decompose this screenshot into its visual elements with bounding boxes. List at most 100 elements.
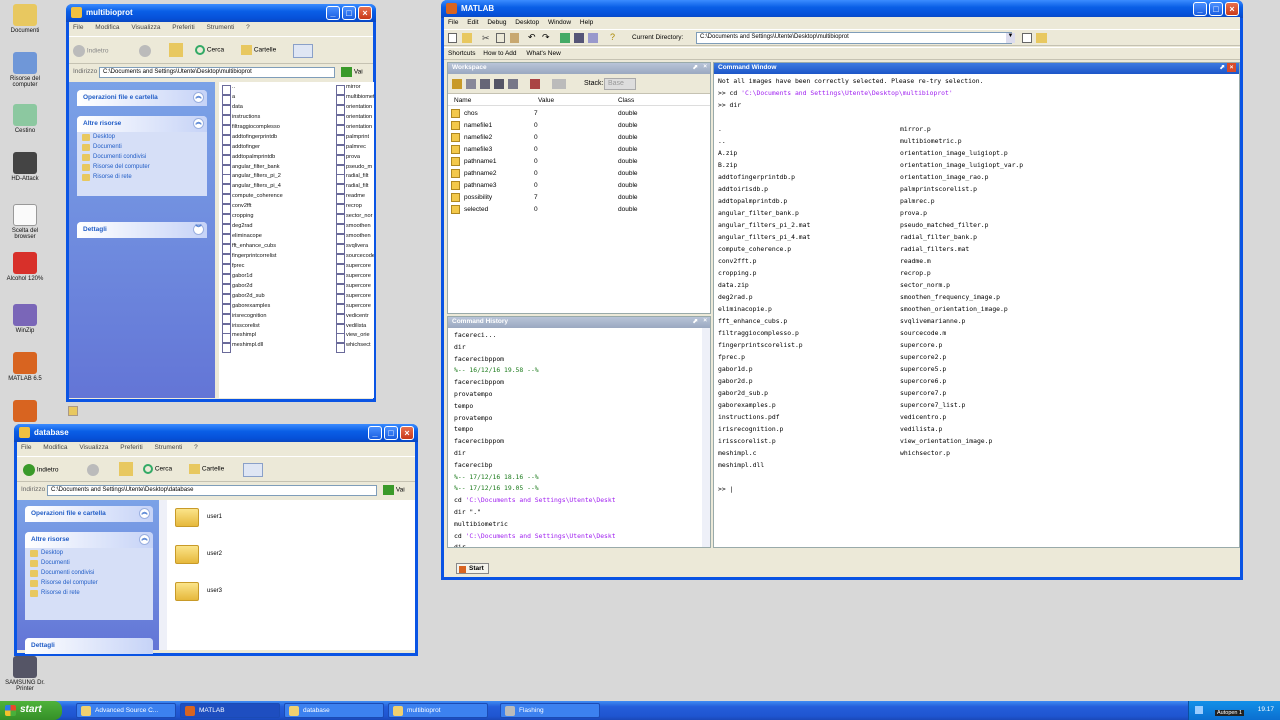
expand-chevron-icon[interactable]: ︾ — [193, 224, 204, 235]
new-variable-icon[interactable] — [452, 79, 462, 89]
command-prompt[interactable]: >> | — [718, 485, 733, 493]
guide-icon[interactable] — [574, 33, 584, 43]
history-line[interactable]: cd 'C:\Documents and Settings\Utente\Des… — [454, 532, 616, 540]
file-item[interactable]: sourcecode — [335, 253, 374, 264]
history-line[interactable]: %-- 17/12/16 19.05 --% — [454, 484, 539, 492]
history-line[interactable]: dir "." — [454, 508, 481, 516]
menu-debug[interactable]: Debug — [487, 19, 506, 26]
shortcut-how-to-add[interactable]: How to Add — [483, 50, 516, 57]
file-item[interactable]: recrop — [335, 203, 374, 215]
browse-folder-icon[interactable] — [1022, 33, 1032, 43]
taskbar-item-flashing[interactable]: Flashing — [500, 703, 600, 718]
menu-visualizza[interactable]: Visualizza — [131, 24, 160, 31]
file-item[interactable]: fft_enhance_cubs — [221, 243, 331, 254]
workspace-row[interactable]: possibility 7 double — [448, 192, 710, 204]
undock-icon[interactable]: ⬈ — [693, 63, 698, 71]
file-item[interactable]: radial_filt — [335, 183, 374, 195]
folder-icon[interactable] — [175, 508, 199, 527]
taskbar-item-matlab[interactable]: MATLAB — [180, 703, 280, 718]
link-documenti-condivisi[interactable]: Documenti condivisi — [25, 568, 153, 578]
workspace-row[interactable]: pathname1 0 double — [448, 156, 710, 168]
maximize-button[interactable]: □ — [1209, 2, 1223, 16]
link-risorse-rete[interactable]: Risorse di rete — [25, 588, 153, 598]
history-line[interactable]: provatempo — [454, 390, 492, 398]
link-documenti[interactable]: Documenti — [77, 142, 207, 152]
history-line[interactable]: dir — [454, 343, 466, 351]
menu-window[interactable]: Window — [548, 19, 571, 26]
link-risorse-computer[interactable]: Risorse del computer — [77, 162, 207, 172]
forward-button[interactable] — [139, 45, 151, 57]
up-folder-icon[interactable] — [1036, 33, 1047, 43]
import-data-icon[interactable] — [480, 79, 490, 89]
file-item[interactable]: view_orie — [335, 332, 374, 344]
desktop-icon-documenti[interactable]: Documenti — [2, 4, 48, 34]
file-item[interactable]: gabor1d — [221, 273, 331, 284]
minimize-button[interactable]: _ — [368, 426, 382, 440]
file-item[interactable]: supercore — [335, 283, 374, 294]
start-button[interactable]: start — [0, 701, 62, 720]
file-item[interactable]: sector_nor — [335, 213, 374, 225]
save-icon[interactable] — [494, 79, 504, 89]
history-line[interactable]: multibiometric — [454, 520, 508, 528]
matlab-start-button[interactable]: Start — [456, 563, 489, 574]
workspace-title[interactable]: Workspace ⬈ × — [448, 63, 710, 74]
history-line[interactable]: tempo — [454, 425, 473, 433]
desktop-icon-samsung[interactable]: SAMSUNG Dr. Printer — [2, 656, 48, 692]
help-icon[interactable]: ? — [610, 32, 615, 42]
history-line[interactable]: provatempo — [454, 414, 492, 422]
file-item[interactable]: instructions — [221, 114, 331, 125]
folder-icon[interactable] — [175, 582, 199, 601]
go-button[interactable]: Vai — [341, 67, 363, 77]
go-button[interactable]: Vai — [383, 485, 405, 495]
file-item[interactable]: addtopalmprintdb — [221, 154, 331, 165]
workspace-row[interactable]: selected 0 double — [448, 204, 710, 216]
title-bar[interactable]: MATLAB _ □ × — [441, 0, 1243, 18]
print-icon[interactable] — [508, 79, 518, 89]
desktop-icon-winzip[interactable]: WinZip — [2, 304, 48, 334]
tray-label[interactable]: Autopen 1 — [1215, 710, 1245, 716]
file-tasks-header[interactable]: Operazioni file e cartella ︽ — [77, 90, 207, 106]
clock[interactable]: 19.17 — [1258, 706, 1274, 713]
close-icon[interactable]: × — [703, 317, 707, 324]
close-button[interactable]: × — [358, 6, 372, 20]
back-button[interactable]: Indietro — [23, 464, 59, 476]
forward-button[interactable] — [87, 464, 99, 476]
menu-visualizza[interactable]: Visualizza — [79, 444, 108, 451]
file-item[interactable]: gabor2d — [221, 283, 331, 294]
link-desktop[interactable]: Desktop — [25, 548, 153, 558]
maximize-button[interactable]: □ — [384, 426, 398, 440]
file-item[interactable]: .. — [221, 84, 331, 95]
link-risorse-rete[interactable]: Risorse di rete — [77, 172, 207, 182]
command-output[interactable]: Not all images have been correctly selec… — [718, 77, 1238, 547]
taskbar-item-database[interactable]: database — [284, 703, 384, 718]
collapse-chevron-icon[interactable]: ︽ — [193, 118, 204, 129]
undock-icon[interactable]: ⬈ — [1220, 63, 1225, 71]
collapse-chevron-icon[interactable]: ︽ — [193, 92, 204, 103]
paste-icon[interactable] — [510, 33, 519, 43]
desktop-icon-matlab[interactable]: MATLAB 6.5 — [2, 352, 48, 382]
close-icon[interactable]: × — [1227, 63, 1236, 72]
history-line[interactable]: dir — [454, 543, 466, 547]
menu-file[interactable]: File — [21, 444, 31, 451]
history-line[interactable]: facerecibppom — [454, 437, 504, 445]
menu-preferiti[interactable]: Preferiti — [172, 24, 194, 31]
file-item[interactable]: cropping — [221, 213, 331, 225]
workspace-row[interactable]: namefile3 0 double — [448, 144, 710, 156]
file-item[interactable]: a — [221, 94, 331, 105]
history-line[interactable]: facerecibp — [454, 461, 492, 469]
folder-user3[interactable]: user3 — [207, 588, 222, 594]
file-item[interactable]: gaborexamples — [221, 303, 331, 314]
tray-icon[interactable] — [1195, 706, 1203, 714]
views-button[interactable] — [243, 463, 263, 477]
file-item[interactable]: fingerprintcorrelist — [221, 253, 331, 264]
history-line[interactable]: dir — [454, 449, 466, 457]
file-item[interactable]: supercore — [335, 303, 374, 314]
file-item[interactable]: supercore — [335, 263, 374, 274]
history-line[interactable]: facereci... — [454, 331, 496, 339]
file-item[interactable]: svqlivera — [335, 243, 374, 254]
file-item[interactable]: angular_filters_pi_4 — [221, 183, 331, 195]
link-documenti-condivisi[interactable]: Documenti condivisi — [77, 152, 207, 162]
minimize-button[interactable]: _ — [1193, 2, 1207, 16]
desktop-icon-cestino[interactable]: Cestino — [2, 104, 48, 134]
history-line[interactable]: tempo — [454, 402, 473, 410]
